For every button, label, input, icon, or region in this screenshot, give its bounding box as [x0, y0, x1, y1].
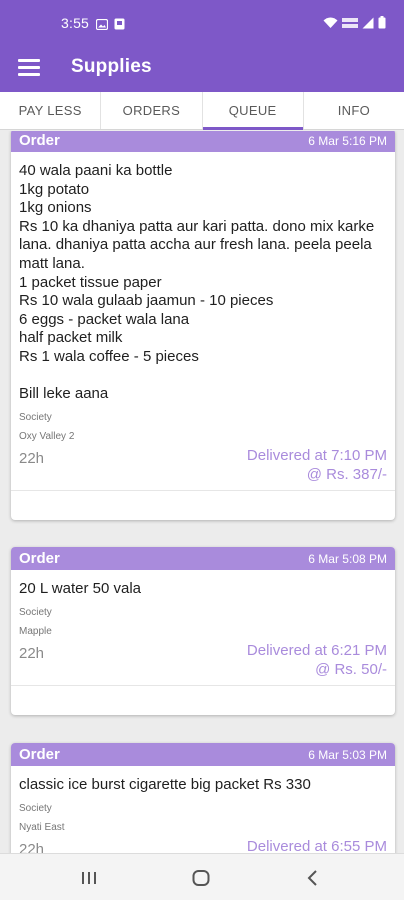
- order-date: 6 Mar 5:03 PM: [308, 747, 387, 762]
- delivered-time: Delivered at 6:21 PM: [246, 641, 387, 659]
- order-type-label: Order: [19, 746, 60, 763]
- home-icon[interactable]: [189, 866, 213, 890]
- volte-icon: [342, 16, 358, 34]
- app-bar: Supplies: [0, 46, 404, 92]
- order-text: 40 wala paani ka bottle 1kg potato 1kg o…: [19, 162, 375, 403]
- order-card[interactable]: Order 6 Mar 5:03 PM classic ice burst ci…: [11, 743, 395, 853]
- order-type-label: Order: [19, 550, 60, 567]
- order-text: 20 L water 50 vala: [19, 580, 142, 597]
- order-age: 22h: [19, 840, 45, 853]
- image-icon: [95, 17, 109, 35]
- order-amount: @ Rs. 50/-: [315, 660, 387, 678]
- tab-bar: PAY LESS ORDERS QUEUE INFO: [0, 92, 404, 130]
- society-label: Society: [19, 802, 52, 814]
- order-date: 6 Mar 5:16 PM: [308, 133, 387, 148]
- order-age: 22h: [19, 449, 45, 467]
- society-label: Society: [19, 606, 52, 618]
- order-card[interactable]: Order 6 Mar 5:08 PM 20 L water 50 vala S…: [11, 547, 395, 715]
- hamburger-menu-icon[interactable]: [18, 56, 40, 78]
- society-name: Oxy Valley 2: [19, 430, 75, 442]
- battery-icon: [378, 16, 386, 34]
- notification-box-icon: [114, 17, 125, 35]
- tab-pay-less[interactable]: PAY LESS: [0, 92, 102, 129]
- recent-apps-icon[interactable]: [77, 866, 101, 890]
- society-name: Mapple: [19, 625, 52, 637]
- order-type-label: Order: [19, 132, 60, 149]
- delivery-info: Delivered at 6:21 PM @ Rs. 50/-: [247, 641, 387, 679]
- wifi-icon: [323, 16, 338, 34]
- tab-queue[interactable]: QUEUE: [202, 92, 304, 130]
- order-card-header: Order 6 Mar 5:03 PM: [11, 743, 395, 766]
- card-footer: [11, 489, 395, 520]
- order-card[interactable]: Order 6 Mar 5:16 PM 40 wala paani ka bot…: [11, 131, 395, 520]
- order-card-header: Order 6 Mar 5:08 PM: [11, 547, 395, 570]
- system-navigation-bar: [0, 853, 404, 900]
- signal-icon: [362, 16, 374, 34]
- tab-orders[interactable]: ORDERS: [101, 92, 203, 129]
- order-amount: @ Rs. 387/-: [306, 465, 387, 483]
- delivered-time: Delivered at 7:10 PM: [246, 446, 387, 464]
- society-name: Nyati East: [19, 821, 65, 833]
- status-time: 3:55: [61, 15, 90, 31]
- order-card-header: Order 6 Mar 5:16 PM: [11, 131, 395, 152]
- page-title: Supplies: [71, 56, 152, 77]
- tab-info[interactable]: INFO: [304, 92, 404, 129]
- order-age: 22h: [19, 644, 45, 662]
- society-label: Society: [19, 411, 52, 423]
- delivered-time: Delivered at 6:55 PM: [246, 837, 387, 853]
- order-date: 6 Mar 5:08 PM: [308, 551, 387, 566]
- order-queue-list[interactable]: Order 6 Mar 5:16 PM 40 wala paani ka bot…: [0, 131, 404, 853]
- order-text: classic ice burst cigarette big packet R…: [19, 776, 311, 793]
- status-bar: 3:55: [0, 0, 404, 46]
- delivery-info: Delivered at 6:55 PM: [247, 837, 387, 853]
- back-icon[interactable]: [301, 866, 325, 890]
- card-footer: [11, 684, 395, 715]
- delivery-info: Delivered at 7:10 PM @ Rs. 387/-: [247, 446, 387, 484]
